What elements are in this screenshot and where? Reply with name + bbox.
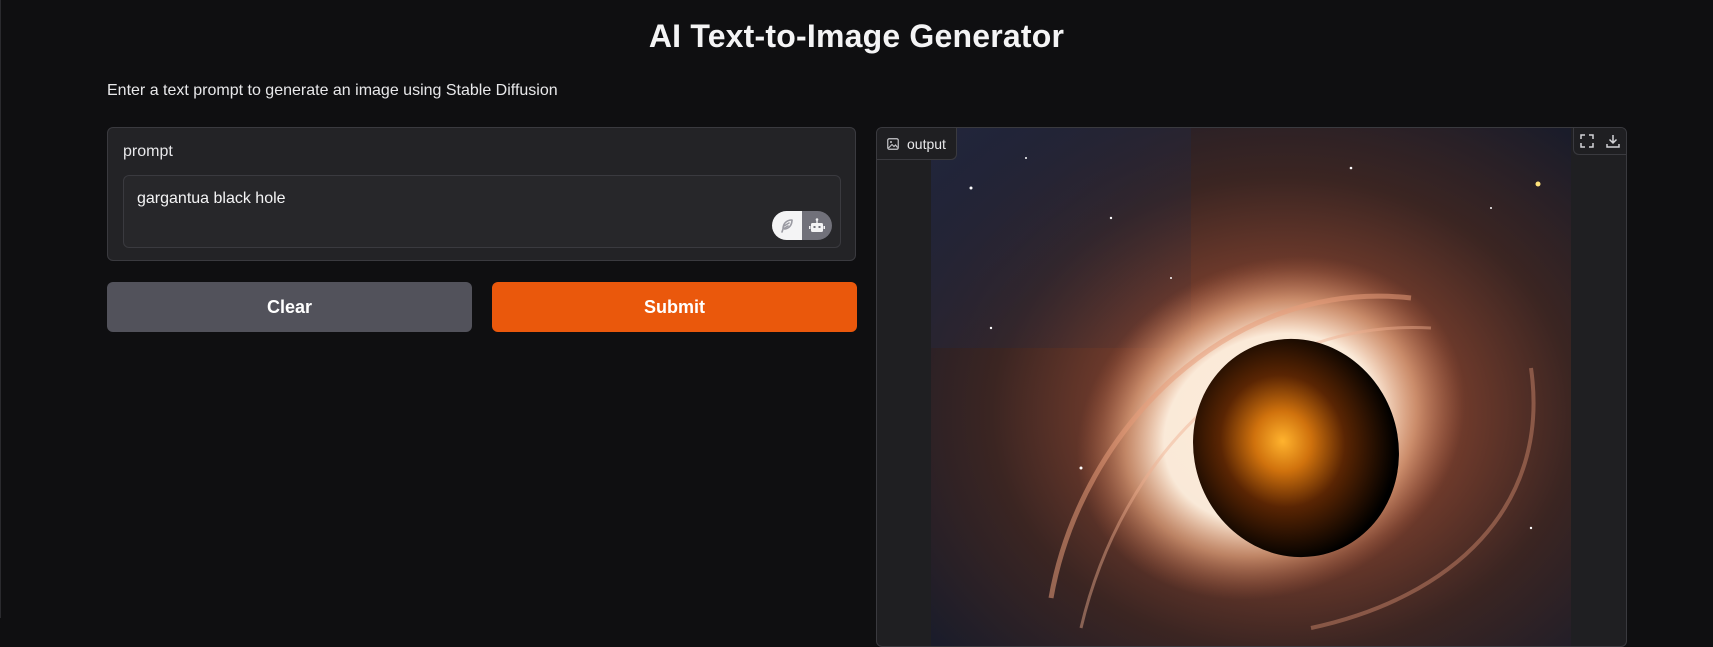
page-title: AI Text-to-Image Generator — [648, 18, 1065, 54]
fullscreen-icon[interactable] — [1574, 128, 1600, 154]
clear-button[interactable]: Clear — [107, 282, 472, 332]
prompt-panel: prompt gargantua black hole — [107, 127, 856, 261]
output-label: output — [907, 135, 946, 152]
output-label-tab: output — [877, 128, 957, 160]
page-edge — [0, 0, 1, 618]
output-panel: output — [876, 127, 1627, 647]
generated-image — [931, 128, 1571, 646]
submit-button[interactable]: Submit — [492, 282, 857, 332]
page-description: Enter a text prompt to generate an image… — [107, 82, 558, 99]
prompt-value[interactable]: gargantua black hole — [137, 190, 286, 207]
download-icon[interactable] — [1600, 128, 1626, 154]
robot-icon[interactable] — [802, 211, 832, 240]
prompt-label: prompt — [123, 143, 173, 160]
image-icon — [887, 137, 899, 150]
prompt-extension-chip[interactable] — [772, 211, 832, 240]
output-toolbar — [1573, 128, 1626, 155]
feather-icon[interactable] — [772, 211, 802, 240]
prompt-input[interactable]: gargantua black hole — [123, 175, 841, 248]
